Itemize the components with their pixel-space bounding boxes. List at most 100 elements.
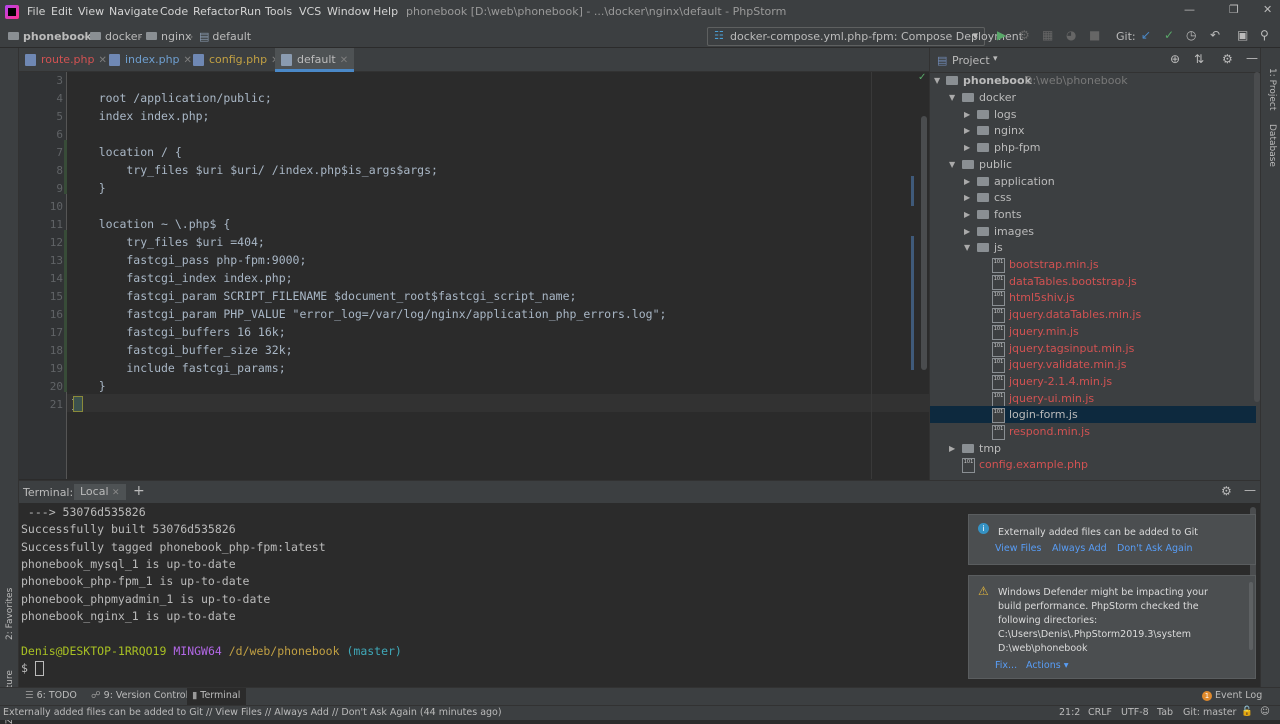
- tree-item[interactable]: 101 bootstrap.min.js: [930, 256, 1256, 273]
- rollback-icon[interactable]: ↶: [1210, 28, 1220, 42]
- caret-position[interactable]: 21:2: [1059, 707, 1080, 718]
- debug-icon[interactable]: ⚙: [1019, 28, 1030, 42]
- project-tool[interactable]: 1: Project: [1267, 68, 1277, 110]
- terminal-input-line[interactable]: $: [21, 661, 44, 676]
- menu-edit[interactable]: Edit: [51, 5, 72, 18]
- version-control-tool[interactable]: ☍ 9: Version Control: [91, 690, 188, 701]
- profile-icon[interactable]: ◕: [1066, 28, 1076, 42]
- close-icon[interactable]: ✕: [340, 55, 348, 66]
- gear-icon[interactable]: ⚙: [1222, 52, 1233, 66]
- indent-setting[interactable]: Tab: [1157, 707, 1173, 718]
- menu-file[interactable]: File: [27, 5, 45, 18]
- tree-item[interactable]: ▼ docker: [930, 89, 1256, 106]
- collapse-all-icon[interactable]: ⇅: [1194, 52, 1204, 66]
- run-icon[interactable]: ▶: [997, 28, 1006, 42]
- tab-config-php[interactable]: config.php✕: [187, 48, 285, 72]
- chevron-right-icon[interactable]: ▶: [964, 106, 970, 123]
- chevron-down-icon[interactable]: ▼: [949, 89, 955, 106]
- close-window-icon[interactable]: ✕: [1263, 3, 1272, 16]
- breadcrumb-project[interactable]: phonebook: [8, 30, 92, 43]
- chevron-down-icon[interactable]: ▾: [993, 54, 998, 64]
- git-branch[interactable]: Git: master: [1183, 707, 1236, 718]
- tree-item[interactable]: ▶ nginx: [930, 122, 1256, 139]
- search-icon[interactable]: ⚲: [1260, 28, 1269, 42]
- menu-code[interactable]: Code: [160, 5, 188, 18]
- notification-scrollbar[interactable]: [1249, 582, 1253, 650]
- tree-item[interactable]: 101 jquery-2.1.4.min.js: [930, 373, 1256, 390]
- chevron-down-icon[interactable]: ▼: [934, 72, 940, 89]
- fix-link[interactable]: Fix...: [995, 660, 1017, 671]
- menu-vcs[interactable]: VCS: [299, 5, 321, 18]
- database-tool[interactable]: Database: [1267, 124, 1277, 167]
- hide-panel-icon[interactable]: —: [1244, 483, 1256, 497]
- tree-item[interactable]: ▶ application: [930, 173, 1256, 190]
- menu-view[interactable]: View: [78, 5, 104, 18]
- menu-navigate[interactable]: Navigate: [109, 5, 158, 18]
- gear-icon[interactable]: ⚙: [1221, 484, 1232, 498]
- hide-panel-icon[interactable]: —: [1246, 51, 1258, 65]
- event-log-tool[interactable]: 1 Event Log: [1202, 690, 1262, 701]
- line-separator[interactable]: CRLF: [1088, 707, 1112, 718]
- menu-help[interactable]: Help: [373, 5, 398, 18]
- close-icon[interactable]: ✕: [112, 488, 120, 498]
- actions-dropdown[interactable]: Actions ▾: [1026, 660, 1069, 671]
- chevron-right-icon[interactable]: ▶: [964, 122, 970, 139]
- minimize-icon[interactable]: —: [1184, 3, 1195, 16]
- tree-item[interactable]: ▶ tmp: [930, 440, 1256, 457]
- menu-run[interactable]: Run: [240, 5, 261, 18]
- tree-item[interactable]: ▶ images: [930, 223, 1256, 240]
- terminal-tab-local[interactable]: Local ✕: [74, 484, 126, 500]
- menu-refactor[interactable]: Refactor: [193, 5, 239, 18]
- tree-item[interactable]: 101 html5shiv.js: [930, 289, 1256, 307]
- tree-item[interactable]: 101 jquery.dataTables.min.js: [930, 306, 1256, 324]
- chevron-right-icon[interactable]: ▶: [964, 223, 970, 240]
- menu-window[interactable]: Window: [327, 5, 370, 18]
- tree-item[interactable]: ▶ php-fpm: [930, 139, 1256, 156]
- maximize-icon[interactable]: ❐: [1229, 3, 1239, 16]
- view-files-link[interactable]: View Files: [995, 543, 1041, 554]
- chevron-down-icon[interactable]: ▼: [949, 156, 955, 173]
- tab-route-php[interactable]: route.php ✕: [19, 48, 113, 72]
- tree-item[interactable]: ▼ js: [930, 239, 1256, 256]
- favorites-tool[interactable]: 2: Favorites: [5, 588, 15, 640]
- history-icon[interactable]: ◷: [1186, 28, 1196, 42]
- tree-item[interactable]: ▶ logs: [930, 106, 1256, 123]
- tree-item[interactable]: 101 jquery.tagsinput.min.js: [930, 340, 1256, 357]
- todo-tool[interactable]: ☰ 6: TODO: [25, 690, 77, 701]
- tab-index-php[interactable]: index.php ✕: [103, 48, 198, 72]
- inspector-icon[interactable]: ☺: [1260, 706, 1270, 717]
- git-update-icon[interactable]: ↙: [1141, 28, 1151, 42]
- always-add-link[interactable]: Always Add: [1052, 543, 1107, 554]
- coverage-icon[interactable]: ▦: [1042, 28, 1053, 42]
- chevron-down-icon[interactable]: ▼: [964, 239, 970, 256]
- chevron-right-icon[interactable]: ▶: [964, 206, 970, 223]
- tree-item[interactable]: ▼ public: [930, 156, 1256, 173]
- tree-item[interactable]: 101 respond.min.js: [930, 423, 1256, 440]
- tree-item[interactable]: 101 jquery-ui.min.js: [930, 390, 1256, 407]
- locate-icon[interactable]: ⊕: [1170, 52, 1180, 66]
- editor-scrollbar[interactable]: [921, 116, 927, 370]
- project-view-select[interactable]: Project: [952, 54, 990, 67]
- tree-item[interactable]: 101 config.example.php: [930, 456, 1256, 474]
- breadcrumb-default[interactable]: ▤ default: [199, 30, 251, 43]
- tree-item[interactable]: 101 dataTables.bootstrap.js: [930, 273, 1256, 290]
- menu-tools[interactable]: Tools: [265, 5, 292, 18]
- tree-item[interactable]: 101 login-form.js: [930, 406, 1256, 424]
- tree-root-phonebook[interactable]: ▼ phonebook D:\web\phonebook: [930, 72, 1256, 89]
- git-commit-icon[interactable]: ✓: [1164, 28, 1174, 42]
- chevron-right-icon[interactable]: ▶: [964, 173, 970, 190]
- lock-icon[interactable]: 🔓: [1241, 706, 1253, 717]
- file-encoding[interactable]: UTF-8: [1121, 707, 1149, 718]
- run-configuration-select[interactable]: ☷ docker-compose.yml.php-fpm: Compose De…: [707, 27, 1023, 46]
- tree-item[interactable]: ▶ fonts: [930, 206, 1256, 223]
- project-structure-icon[interactable]: ▣: [1237, 28, 1248, 42]
- tree-item[interactable]: 101 jquery.validate.min.js: [930, 356, 1256, 374]
- dont-ask-again-link[interactable]: Don't Ask Again: [1117, 543, 1193, 554]
- status-message[interactable]: Externally added files can be added to G…: [3, 707, 502, 718]
- breadcrumb-docker[interactable]: docker: [90, 30, 142, 43]
- chevron-right-icon[interactable]: ▶: [964, 139, 970, 156]
- tab-default[interactable]: default ✕: [275, 48, 355, 72]
- chevron-right-icon[interactable]: ▶: [964, 189, 970, 206]
- tree-item[interactable]: 101 jquery.min.js: [930, 323, 1256, 340]
- stop-icon[interactable]: ■: [1089, 28, 1100, 42]
